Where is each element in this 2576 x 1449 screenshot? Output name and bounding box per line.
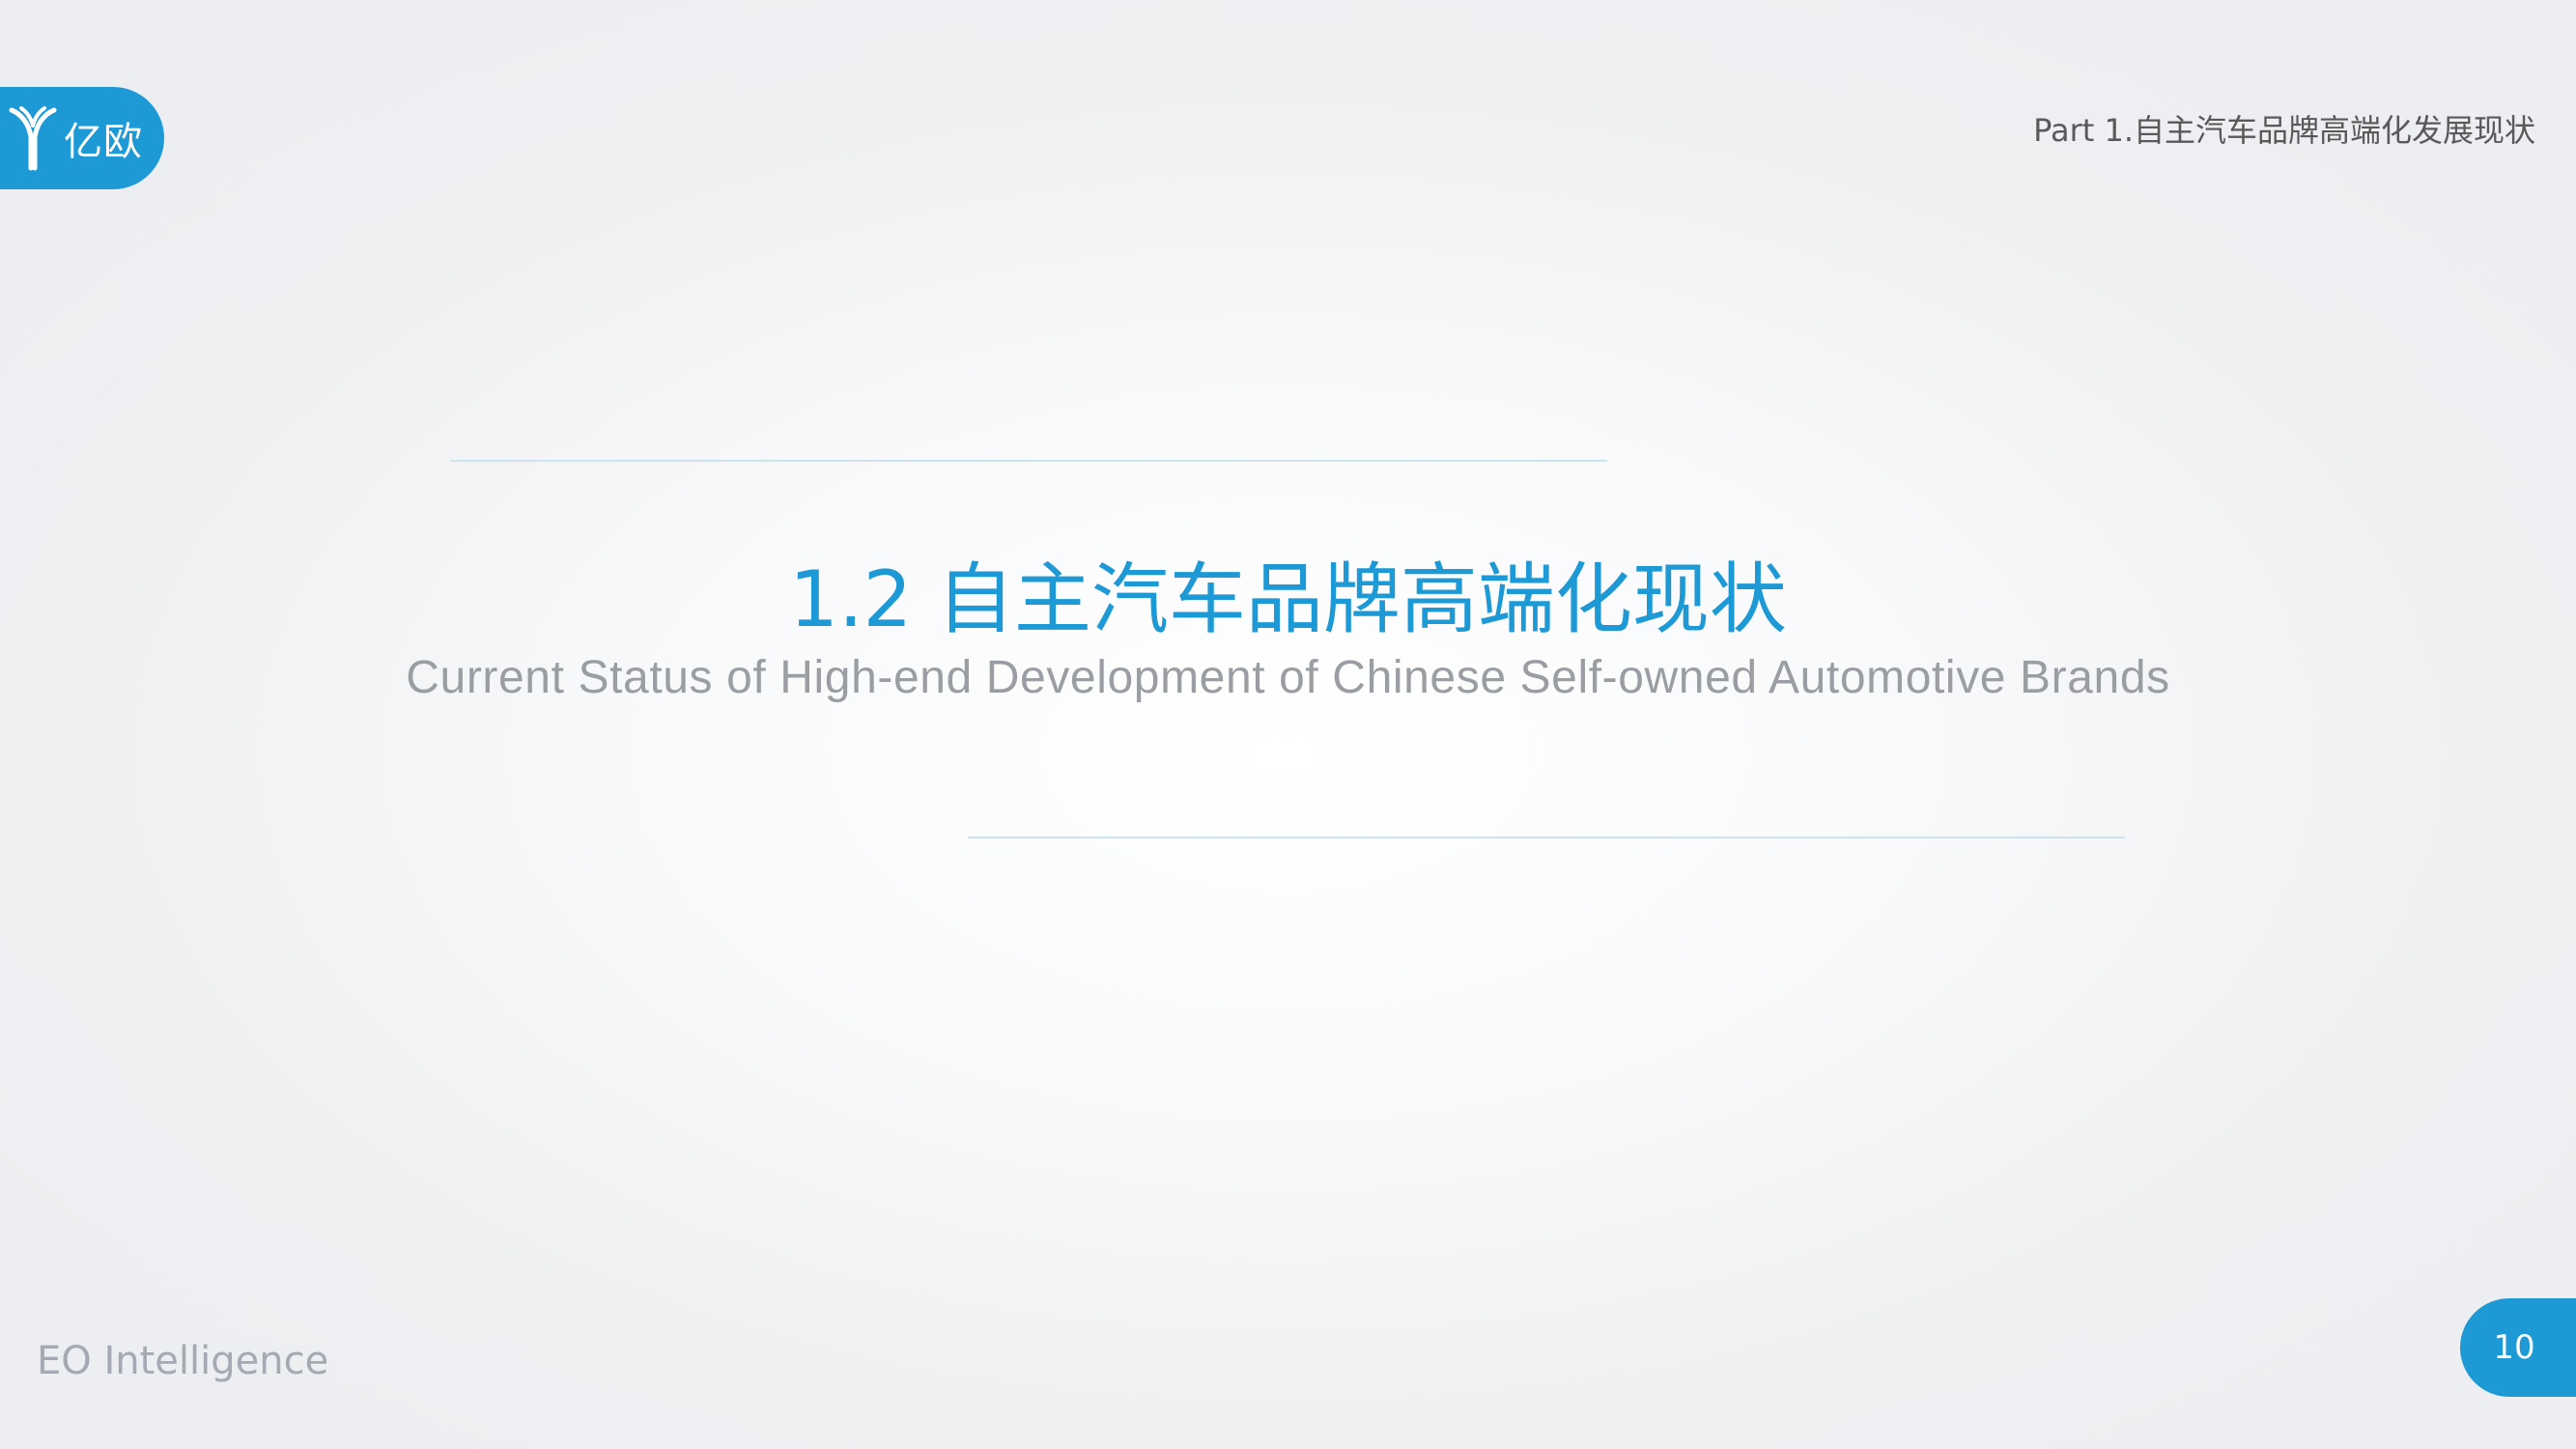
section-title: 1.2 自主汽车品牌高端化现状 — [789, 554, 1787, 644]
eo-logo-icon — [9, 106, 57, 171]
logo-badge: 亿欧 — [0, 87, 164, 189]
part-label: Part 1.自主汽车品牌高端化发展现状 — [2033, 112, 2535, 149]
logo-text: 亿欧 — [64, 120, 143, 164]
section-subtitle: Current Status of High-end Development o… — [406, 652, 2170, 703]
footer-brand: EO Intelligence — [37, 1339, 329, 1383]
page-number-badge: 10 — [2460, 1298, 2576, 1397]
slide: 亿欧 Part 1.自主汽车品牌高端化发展现状 1.2 自主汽车品牌高端化现状 … — [0, 0, 2576, 1449]
divider-top — [450, 460, 1607, 462]
divider-bottom — [968, 837, 2125, 838]
page-number: 10 — [2493, 1328, 2535, 1367]
